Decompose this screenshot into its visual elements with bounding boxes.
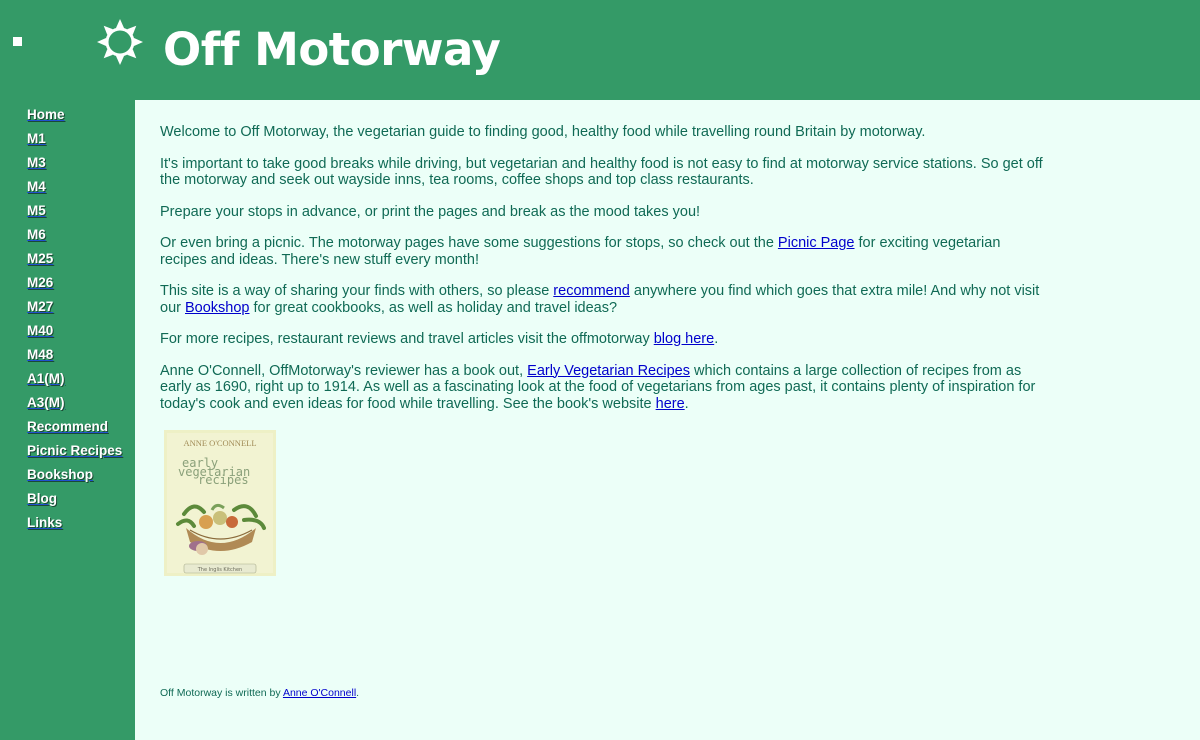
book-text-before: Anne O'Connell, OffMotorway's reviewer h… xyxy=(160,362,528,379)
book-publisher-text: The Inglis Kitchen xyxy=(197,567,242,573)
blog-here-link[interactable]: blog here xyxy=(654,331,714,347)
nav-link-m48[interactable]: M48 xyxy=(27,347,53,362)
nav-link-m40[interactable]: M40 xyxy=(27,323,53,338)
footer-text-before: Off Motorway is written by xyxy=(160,687,283,699)
square-bullet-icon xyxy=(13,37,22,46)
book-cover-image[interactable]: ANNE O'CONNELL early vegetarian recipes … xyxy=(164,430,276,576)
nav-link-links[interactable]: Links xyxy=(27,515,62,530)
nav-link-m25[interactable]: M25 xyxy=(27,251,53,266)
recommend-link[interactable]: recommend xyxy=(553,283,630,299)
blog-paragraph: For more recipes, restaurant reviews and… xyxy=(160,331,1045,348)
nav-link-m1[interactable]: M1 xyxy=(27,131,46,146)
site-title: Off Motorway xyxy=(163,23,501,76)
nav-link-a1m[interactable]: A1(M) xyxy=(27,371,65,386)
footer: Off Motorway is written by Anne O'Connel… xyxy=(160,687,359,699)
footer-text-after: . xyxy=(356,687,360,699)
welcome-paragraph: Welcome to Off Motorway, the vegetarian … xyxy=(160,124,926,140)
book-text-after: . xyxy=(684,395,689,412)
author-link[interactable]: Anne O'Connell xyxy=(283,687,356,699)
picnic-page-link[interactable]: Picnic Page xyxy=(778,235,855,251)
nav-link-m27[interactable]: M27 xyxy=(27,299,53,314)
nav-link-m26[interactable]: M26 xyxy=(27,275,53,290)
nav-link-picnic-recipes[interactable]: Picnic Recipes xyxy=(27,443,122,458)
nav-link-m3[interactable]: M3 xyxy=(27,155,46,170)
book-website-here-link[interactable]: here xyxy=(656,396,685,412)
main-content: Welcome to Off Motorway, the vegetarian … xyxy=(135,100,1200,740)
blog-text-before: For more recipes, restaurant reviews and… xyxy=(160,331,654,347)
nav-link-blog[interactable]: Blog xyxy=(27,491,57,506)
nav-link-m4[interactable]: M4 xyxy=(27,179,46,194)
blog-text-after: . xyxy=(714,331,719,347)
sharing-paragraph: This site is a way of sharing your finds… xyxy=(160,283,1045,316)
sidebar-nav: Home M1 M3 M4 M5 M6 M25 M26 M27 M40 M48 … xyxy=(0,100,135,740)
sharing-text-after: for great cookbooks, as well as holiday … xyxy=(249,299,618,316)
book-paragraph: Anne O'Connell, OffMotorway's reviewer h… xyxy=(160,363,1045,413)
nav-link-bookshop[interactable]: Bookshop xyxy=(27,467,93,482)
nav-link-home[interactable]: Home xyxy=(27,107,65,122)
nav-link-m6[interactable]: M6 xyxy=(27,227,46,242)
prepare-paragraph: Prepare your stops in advance, or print … xyxy=(160,203,701,220)
nav-link-recommend[interactable]: Recommend xyxy=(27,419,108,434)
picnic-text-before: Or even bring a picnic. The motorway pag… xyxy=(160,235,778,251)
early-vegetarian-recipes-link[interactable]: Early Vegetarian Recipes xyxy=(527,363,690,379)
bookshop-link[interactable]: Bookshop xyxy=(185,300,250,316)
site-header: Off Motorway xyxy=(0,0,1200,100)
nav-link-a3m[interactable]: A3(M) xyxy=(27,395,65,410)
breaks-paragraph: It's important to take good breaks while… xyxy=(160,155,1043,189)
sharing-text-before: This site is a way of sharing your finds… xyxy=(160,283,554,299)
book-author-text: ANNE O'CONNELL xyxy=(183,438,256,448)
book-title-line3: recipes xyxy=(198,473,249,487)
sun-icon xyxy=(97,19,143,65)
nav-link-m5[interactable]: M5 xyxy=(27,203,46,218)
picnic-paragraph: Or even bring a picnic. The motorway pag… xyxy=(160,235,1045,268)
